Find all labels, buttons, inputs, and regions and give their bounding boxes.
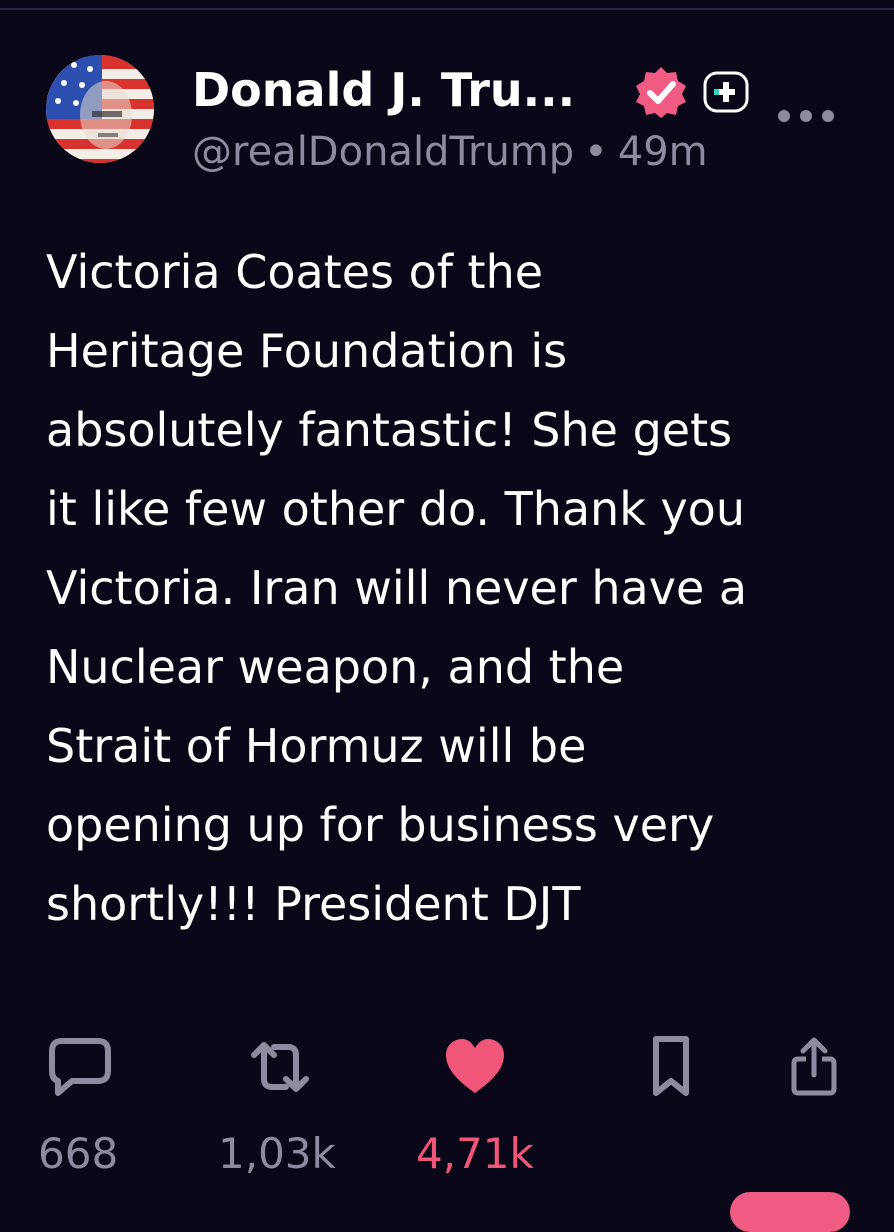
floating-action-button[interactable]: [730, 1192, 850, 1232]
heart-icon[interactable]: [444, 1035, 506, 1099]
post-text: Victoria Coates of the Heritage Foundati…: [46, 245, 748, 931]
verified-icon: [636, 67, 686, 118]
more-options-icon[interactable]: [776, 104, 836, 128]
display-name[interactable]: Donald J. Tru...: [192, 58, 575, 122]
bookmark-icon[interactable]: [650, 1035, 692, 1099]
like-count: 4,71k: [416, 1129, 534, 1178]
top-divider: [0, 8, 894, 10]
handle[interactable]: @realDonaldTrump: [192, 129, 574, 175]
repost-count: 1,03k: [218, 1129, 336, 1178]
avatar-image: [46, 55, 154, 163]
plus-badge-icon: [703, 71, 749, 113]
post-meta: @realDonaldTrump • 49m: [192, 124, 708, 180]
repost-icon[interactable]: [244, 1035, 316, 1099]
comment-icon[interactable]: [48, 1035, 112, 1099]
meta-separator: •: [584, 129, 608, 175]
reply-count: 668: [38, 1129, 119, 1178]
avatar[interactable]: [46, 55, 154, 163]
post-time[interactable]: 49m: [618, 129, 708, 175]
share-icon[interactable]: [790, 1035, 838, 1099]
